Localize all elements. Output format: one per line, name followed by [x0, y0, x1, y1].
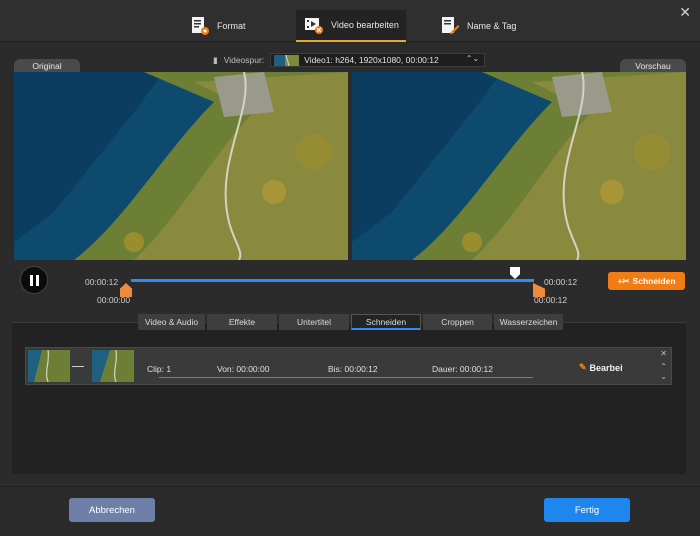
done-button[interactable]: Fertig	[544, 498, 630, 522]
preview-label: Vorschau	[620, 59, 686, 72]
tab-name-tag[interactable]: Name & Tag	[439, 10, 516, 42]
video-track-value: Video1: h264, 1920x1080, 00:00:12	[304, 55, 439, 65]
video-track-selector: ▮ Videospur: Video1: h264, 1920x1080, 00…	[213, 53, 486, 67]
timeline-selection	[131, 279, 534, 282]
start-time-top: 00:00:12	[85, 277, 119, 287]
chevron-updown-icon: ⌃⌄	[465, 54, 480, 63]
clip-from: Von: 00:00:00	[217, 364, 270, 374]
close-icon[interactable]: ✕	[679, 5, 691, 19]
top-toolbar: Format Video bearbeiten Name & Tag ✕	[0, 0, 700, 42]
subtab-watermark[interactable]: Wasserzeichen	[494, 314, 563, 330]
pause-icon	[29, 274, 33, 286]
video-track-label: Videospur:	[223, 55, 265, 65]
tab-label: Video bearbeiten	[331, 20, 399, 30]
original-label: Original	[14, 59, 80, 72]
close-icon[interactable]: ✕	[660, 350, 667, 358]
pencil-icon: ✎	[579, 362, 587, 372]
playhead[interactable]	[510, 267, 520, 279]
clip-row[interactable]: Clip: 1 Von: 00:00:00 Bis: 00:00:12 Daue…	[25, 347, 672, 385]
trim-start-handle[interactable]	[120, 283, 132, 297]
clip-progress-line	[159, 377, 533, 378]
end-time-top: 00:00:12	[544, 277, 578, 287]
chevron-up-icon[interactable]: ⌃	[660, 363, 667, 371]
clip-edit-label: Bearbeiten	[589, 362, 623, 373]
cut-button-label: Schneiden	[632, 276, 676, 286]
original-video	[14, 72, 348, 260]
scissors-plus-icon: +✂	[617, 275, 630, 286]
clip-duration: Dauer: 00:00:12	[432, 364, 493, 374]
video-track-dropdown[interactable]: Video1: h264, 1920x1080, 00:00:12 ⌃⌄	[270, 53, 486, 67]
edit-tag-icon	[439, 15, 461, 37]
video-track-icon: ▮	[213, 54, 218, 65]
cut-button[interactable]: +✂ Schneiden	[608, 272, 685, 290]
clip-range-divider	[72, 366, 84, 367]
subtab-crop[interactable]: Croppen	[423, 314, 492, 330]
video-edit-icon	[303, 14, 325, 36]
clip-end-thumbnail	[92, 350, 134, 382]
clip-to: Bis: 00:00:12	[328, 364, 378, 374]
track-thumbnail	[274, 54, 300, 66]
pause-button[interactable]	[20, 266, 48, 294]
clip-edit-button[interactable]: ✎ Bearbeiten	[579, 362, 623, 373]
subtab-cut[interactable]: Schneiden	[351, 314, 421, 330]
pause-icon-bar	[35, 274, 39, 286]
format-settings-icon	[189, 15, 211, 37]
preview-video	[352, 72, 686, 260]
tab-format[interactable]: Format	[189, 10, 246, 42]
edit-subtabs: Video & Audio Effekte Untertitel Schneid…	[138, 314, 563, 330]
tab-video-edit[interactable]: Video bearbeiten	[296, 10, 406, 42]
subtab-effects[interactable]: Effekte	[207, 314, 277, 330]
subtab-video-audio[interactable]: Video & Audio	[138, 314, 205, 330]
subtab-subtitles[interactable]: Untertitel	[279, 314, 349, 330]
tab-label: Name & Tag	[467, 21, 517, 31]
clip-start-thumbnail	[28, 350, 70, 382]
tab-label: Format	[217, 21, 246, 31]
edit-panel	[12, 322, 686, 474]
chevron-down-icon[interactable]: ⌄	[660, 373, 667, 381]
clip-number: Clip: 1	[147, 364, 172, 374]
cancel-button[interactable]: Abbrechen	[69, 498, 155, 522]
